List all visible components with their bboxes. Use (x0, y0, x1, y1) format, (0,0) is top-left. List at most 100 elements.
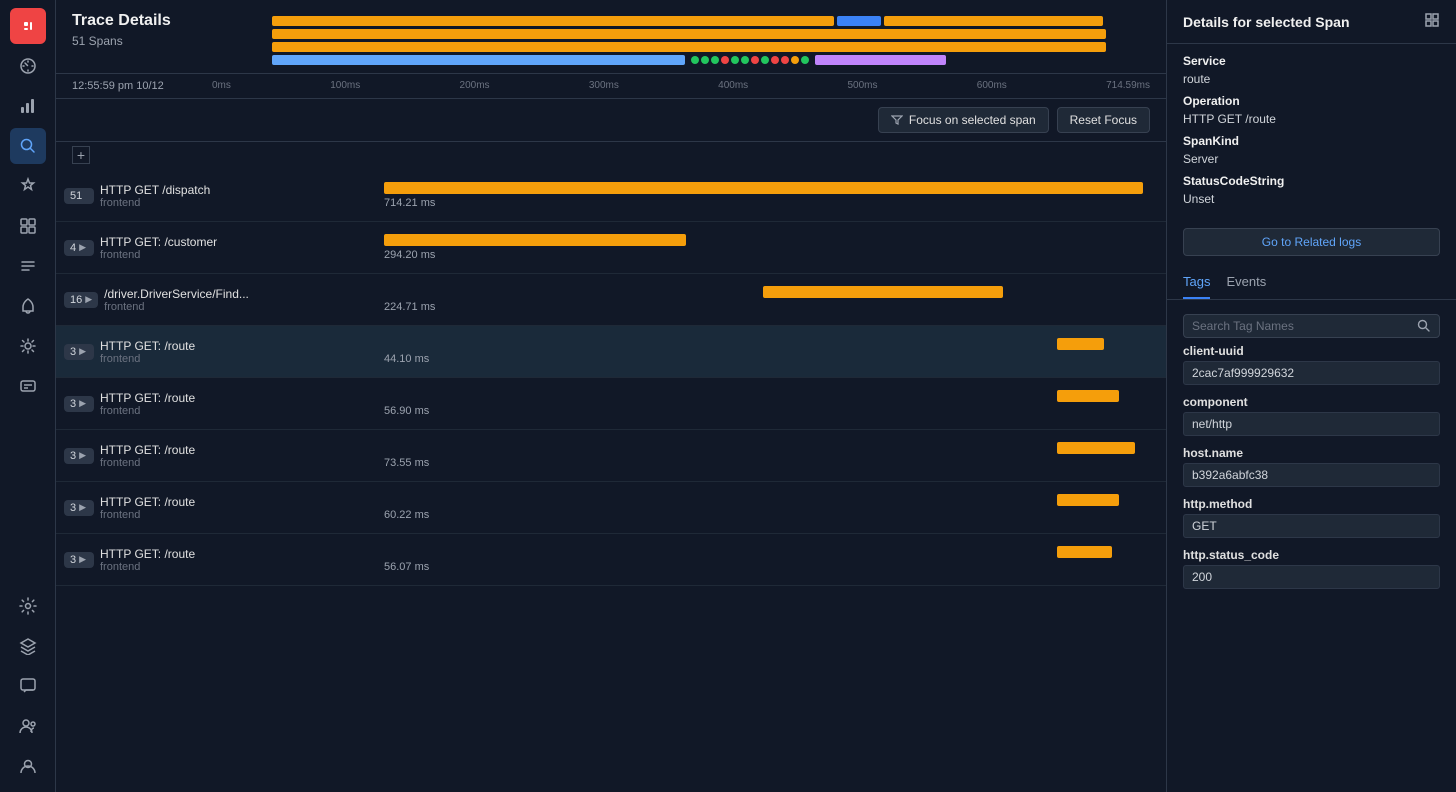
sidebar-icon-layers[interactable] (10, 628, 46, 664)
tag-key-3: http.method (1183, 497, 1440, 511)
list-item: host.name b392a6abfc38 (1183, 446, 1440, 487)
span-bar-container (384, 338, 1158, 350)
span-info-7: HTTP GET: /route frontend (100, 547, 195, 573)
table-row[interactable]: 3 ▶ HTTP GET: /route frontend 44.10 ms (56, 326, 1166, 378)
sidebar-icon-profile[interactable] (10, 748, 46, 784)
expand-arrow: ▶ (79, 502, 86, 513)
span-left-7: 3 ▶ HTTP GET: /route frontend (56, 534, 376, 585)
span-service: frontend (104, 301, 249, 313)
trace-bar-orange-2 (884, 16, 1104, 26)
sidebar-icon-search[interactable] (10, 128, 46, 164)
tag-value-2: b392a6abfc38 (1183, 463, 1440, 487)
sidebar-icon-dashboards[interactable] (10, 208, 46, 244)
tick-200ms: 200ms (460, 80, 490, 92)
span-name: HTTP GET /dispatch (100, 183, 210, 197)
span-info-1: HTTP GET: /customer frontend (100, 235, 217, 261)
span-bar-container (384, 390, 1158, 402)
tag-key-0: client-uuid (1183, 344, 1440, 358)
tick-600ms: 600ms (977, 80, 1007, 92)
span-count-value: 3 (70, 450, 76, 462)
table-row[interactable]: 51 HTTP GET /dispatch frontend 714.21 ms (56, 170, 1166, 222)
span-count-value: 3 (70, 398, 76, 410)
tick-100ms: 100ms (330, 80, 360, 92)
trace-bar-row-1 (272, 16, 1150, 26)
span-count-badge-3[interactable]: 3 ▶ (64, 344, 94, 360)
span-count-badge-6[interactable]: 3 ▶ (64, 500, 94, 516)
span-info-2: /driver.DriverService/Find... frontend (104, 287, 249, 313)
reset-focus-button[interactable]: Reset Focus (1057, 107, 1150, 133)
span-service: frontend (100, 353, 195, 365)
span-count-badge-5[interactable]: 3 ▶ (64, 448, 94, 464)
tag-search-input[interactable] (1192, 319, 1411, 333)
reset-button-label: Reset Focus (1070, 113, 1137, 127)
sidebar-icon-sources[interactable] (10, 328, 46, 364)
spans-container[interactable]: + 51 HTTP GET /dispatch frontend 714.21 … (56, 142, 1166, 792)
span-name: HTTP GET: /route (100, 339, 195, 353)
table-row[interactable]: 3 ▶ HTTP GET: /route frontend 73.55 ms (56, 430, 1166, 482)
add-span-button[interactable]: + (72, 146, 90, 164)
sidebar-icon-logs[interactable] (10, 248, 46, 284)
span-timeline-0: 714.21 ms (376, 170, 1166, 221)
tab-tags[interactable]: Tags (1183, 266, 1210, 299)
span-info-0: HTTP GET /dispatch frontend (100, 183, 210, 209)
sidebar-icon-logo[interactable] (10, 8, 46, 44)
span-bar (763, 286, 1003, 298)
span-timeline-4: 56.90 ms (376, 378, 1166, 429)
span-duration: 44.10 ms (384, 353, 1158, 365)
sidebar-icon-settings[interactable] (10, 588, 46, 624)
trace-dots (691, 56, 809, 64)
timeline-ruler: 12:55:59 pm 10/12 0ms 100ms 200ms 300ms … (56, 74, 1166, 99)
table-row[interactable]: 3 ▶ HTTP GET: /route frontend 60.22 ms (56, 482, 1166, 534)
span-timeline-3: 44.10 ms (376, 326, 1166, 377)
related-logs-button[interactable]: Go to Related logs (1183, 228, 1440, 256)
spankind-value: Server (1183, 152, 1440, 166)
panel-tabs: Tags Events (1167, 266, 1456, 300)
tab-events[interactable]: Events (1226, 266, 1266, 299)
span-service: frontend (100, 561, 195, 573)
span-left-1: 4 ▶ HTTP GET: /customer frontend (56, 222, 376, 273)
table-row[interactable]: 16 ▶ /driver.DriverService/Find... front… (56, 274, 1166, 326)
sidebar-icon-alerts[interactable] (10, 288, 46, 324)
span-count-value: 3 (70, 346, 76, 358)
trace-bar-purple (815, 55, 947, 65)
tag-value-0: 2cac7af999929632 (1183, 361, 1440, 385)
table-row[interactable]: 3 ▶ HTTP GET: /route frontend 56.07 ms (56, 534, 1166, 586)
focus-selected-button[interactable]: Focus on selected span (878, 107, 1049, 133)
span-bar-container (384, 234, 1158, 246)
trace-bar-row-4 (272, 55, 1150, 65)
span-count-badge-4[interactable]: 3 ▶ (64, 396, 94, 412)
span-count-badge-1[interactable]: 4 ▶ (64, 240, 94, 256)
status-label: StatusCodeString (1183, 174, 1440, 188)
expand-arrow: ▶ (79, 242, 86, 253)
sidebar-icon-alerting[interactable] (10, 168, 46, 204)
tags-list: client-uuid 2cac7af999929632 component n… (1167, 344, 1456, 792)
tag-key-1: component (1183, 395, 1440, 409)
sidebar-icon-chat[interactable] (10, 668, 46, 704)
panel-expand-button[interactable] (1424, 12, 1440, 31)
trace-bar-orange-3 (272, 29, 1106, 39)
span-count-value: 3 (70, 502, 76, 514)
sidebar-icon-team[interactable] (10, 708, 46, 744)
operation-value: HTTP GET /route (1183, 112, 1440, 126)
table-row[interactable]: 3 ▶ HTTP GET: /route frontend 56.90 ms (56, 378, 1166, 430)
span-name: HTTP GET: /customer (100, 235, 217, 249)
service-value: route (1183, 72, 1440, 86)
sidebar-icon-admin[interactable] (10, 368, 46, 404)
tag-search-container (1183, 314, 1440, 338)
table-row[interactable]: 4 ▶ HTTP GET: /customer frontend 294.20 … (56, 222, 1166, 274)
span-info-4: HTTP GET: /route frontend (100, 391, 195, 417)
trace-bar-orange-1 (272, 16, 834, 26)
span-bar (1057, 546, 1111, 558)
span-count-badge-7[interactable]: 3 ▶ (64, 552, 94, 568)
right-panel: Details for selected Span Service route … (1166, 0, 1456, 792)
span-name: /driver.DriverService/Find... (104, 287, 249, 301)
span-bar (384, 234, 686, 246)
sidebar (0, 0, 56, 792)
span-count-badge-2[interactable]: 16 ▶ (64, 292, 98, 308)
span-count-badge-0[interactable]: 51 (64, 188, 94, 204)
sidebar-icon-metrics[interactable] (10, 88, 46, 124)
trace-bar-row-3 (272, 42, 1150, 52)
sidebar-icon-explore[interactable] (10, 48, 46, 84)
service-label: Service (1183, 54, 1440, 68)
span-timeline-5: 73.55 ms (376, 430, 1166, 481)
